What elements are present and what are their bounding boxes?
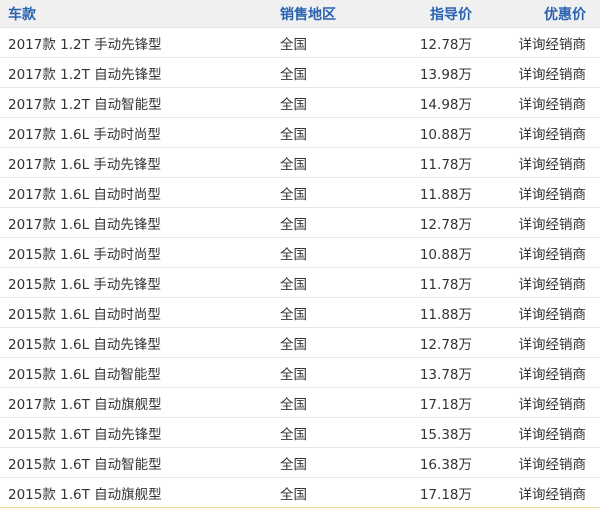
price-cell: 12.78万 xyxy=(419,336,472,353)
dealer-inquiry-link[interactable]: 详询经销商 xyxy=(519,148,587,177)
table-row: 2015款 1.6L 自动时尚型 全国 11.88万 详询经销商 xyxy=(0,298,600,328)
model-cell: 2017款 1.6T 自动旗舰型 xyxy=(8,396,162,413)
model-cell: 2017款 1.2T 手动先锋型 xyxy=(8,36,162,53)
table-row: 2015款 1.6L 手动先锋型 全国 11.78万 详询经销商 xyxy=(0,268,600,298)
table-row: 2017款 1.6L 手动先锋型 全国 11.78万 详询经销商 xyxy=(0,148,600,178)
dealer-inquiry-link[interactable]: 详询经销商 xyxy=(519,118,587,147)
table-row: 2015款 1.6T 自动智能型 全国 16.38万 详询经销商 xyxy=(0,448,600,478)
dealer-inquiry-link[interactable]: 详询经销商 xyxy=(519,28,587,57)
table-header: 车款 销售地区 指导价 优惠价 xyxy=(0,0,600,28)
dealer-inquiry-link[interactable]: 详询经销商 xyxy=(519,58,587,87)
dealer-inquiry-link[interactable]: 详询经销商 xyxy=(519,358,587,387)
price-cell: 10.88万 xyxy=(419,246,472,263)
price-cell: 15.38万 xyxy=(419,426,472,443)
price-cell: 12.78万 xyxy=(419,36,472,53)
dealer-inquiry-link[interactable]: 详询经销商 xyxy=(519,478,587,507)
region-cell: 全国 xyxy=(280,306,307,323)
price-cell: 11.88万 xyxy=(419,306,472,323)
price-cell: 11.78万 xyxy=(419,156,472,173)
table-row: 2015款 1.6T 自动先锋型 全国 15.38万 详询经销商 xyxy=(0,418,600,448)
table-row: 2017款 1.6T 自动旗舰型 全国 17.18万 详询经销商 xyxy=(0,388,600,418)
price-cell: 11.88万 xyxy=(419,186,472,203)
dealer-inquiry-link[interactable]: 详询经销商 xyxy=(519,268,587,297)
price-cell: 16.38万 xyxy=(419,456,472,473)
model-cell: 2017款 1.2T 自动智能型 xyxy=(8,96,162,113)
price-cell: 13.78万 xyxy=(419,366,472,383)
dealer-inquiry-link[interactable]: 详询经销商 xyxy=(519,88,587,117)
region-cell: 全国 xyxy=(280,36,307,53)
dealer-inquiry-link[interactable]: 详询经销商 xyxy=(519,178,587,207)
dealer-inquiry-link[interactable]: 详询经销商 xyxy=(519,418,587,447)
table-row: 2017款 1.2T 手动先锋型 全国 12.78万 详询经销商 xyxy=(0,28,600,58)
column-header-deal: 优惠价 xyxy=(544,6,586,23)
table-row: 2017款 1.6L 自动先锋型 全国 12.78万 详询经销商 xyxy=(0,208,600,238)
region-cell: 全国 xyxy=(280,456,307,473)
model-cell: 2015款 1.6L 自动先锋型 xyxy=(8,336,161,353)
model-cell: 2015款 1.6L 手动时尚型 xyxy=(8,246,161,263)
table-row: 2017款 1.6L 手动时尚型 全国 10.88万 详询经销商 xyxy=(0,118,600,148)
model-cell: 2017款 1.6L 自动先锋型 xyxy=(8,216,161,233)
table-row: 2017款 1.2T 自动智能型 全国 14.98万 详询经销商 xyxy=(0,88,600,118)
price-cell: 10.88万 xyxy=(419,126,472,143)
region-cell: 全国 xyxy=(280,486,307,503)
region-cell: 全国 xyxy=(280,336,307,353)
price-table: 车款 销售地区 指导价 优惠价 2017款 1.2T 手动先锋型 全国 12.7… xyxy=(0,0,600,508)
price-cell: 17.18万 xyxy=(419,486,472,503)
price-cell: 13.98万 xyxy=(419,66,472,83)
model-cell: 2015款 1.6L 手动先锋型 xyxy=(8,276,161,293)
column-header-region: 销售地区 xyxy=(280,6,336,23)
region-cell: 全国 xyxy=(280,276,307,293)
table-row: 2015款 1.6L 自动先锋型 全国 12.78万 详询经销商 xyxy=(0,328,600,358)
region-cell: 全国 xyxy=(280,156,307,173)
table-row: 2015款 1.6L 手动时尚型 全国 10.88万 详询经销商 xyxy=(0,238,600,268)
region-cell: 全国 xyxy=(280,216,307,233)
table-row: 2017款 1.2T 自动先锋型 全国 13.98万 详询经销商 xyxy=(0,58,600,88)
region-cell: 全国 xyxy=(280,96,307,113)
table-row: 2015款 1.6L 自动智能型 全国 13.78万 详询经销商 xyxy=(0,358,600,388)
model-cell: 2017款 1.6L 手动先锋型 xyxy=(8,156,161,173)
dealer-inquiry-link[interactable]: 详询经销商 xyxy=(519,298,587,327)
region-cell: 全国 xyxy=(280,186,307,203)
column-header-price: 指导价 xyxy=(430,6,472,23)
region-cell: 全国 xyxy=(280,246,307,263)
model-cell: 2015款 1.6T 自动先锋型 xyxy=(8,426,162,443)
dealer-inquiry-link[interactable]: 详询经销商 xyxy=(519,388,587,417)
region-cell: 全国 xyxy=(280,126,307,143)
model-cell: 2015款 1.6L 自动智能型 xyxy=(8,366,161,383)
model-cell: 2015款 1.6L 自动时尚型 xyxy=(8,306,161,323)
price-cell: 11.78万 xyxy=(419,276,472,293)
region-cell: 全国 xyxy=(280,396,307,413)
region-cell: 全国 xyxy=(280,366,307,383)
model-cell: 2017款 1.6L 自动时尚型 xyxy=(8,186,161,203)
dealer-inquiry-link[interactable]: 详询经销商 xyxy=(519,328,587,357)
column-header-model: 车款 xyxy=(8,6,36,23)
dealer-inquiry-link[interactable]: 详询经销商 xyxy=(519,208,587,237)
model-cell: 2015款 1.6T 自动旗舰型 xyxy=(8,486,162,503)
model-cell: 2017款 1.6L 手动时尚型 xyxy=(8,126,161,143)
region-cell: 全国 xyxy=(280,66,307,83)
price-cell: 17.18万 xyxy=(419,396,472,413)
region-cell: 全国 xyxy=(280,426,307,443)
dealer-inquiry-link[interactable]: 详询经销商 xyxy=(519,448,587,477)
table-row: 2017款 1.6L 自动时尚型 全国 11.88万 详询经销商 xyxy=(0,178,600,208)
model-cell: 2017款 1.2T 自动先锋型 xyxy=(8,66,162,83)
price-cell: 12.78万 xyxy=(419,216,472,233)
table-row: 2015款 1.6T 自动旗舰型 全国 17.18万 详询经销商 xyxy=(0,478,600,508)
model-cell: 2015款 1.6T 自动智能型 xyxy=(8,456,162,473)
price-cell: 14.98万 xyxy=(419,96,472,113)
dealer-inquiry-link[interactable]: 详询经销商 xyxy=(519,238,587,267)
